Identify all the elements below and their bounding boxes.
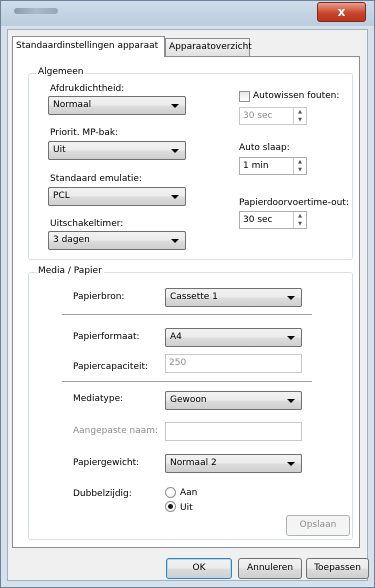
spin-up-icon: ▲: [298, 109, 302, 115]
priorit-mp-bak-label: Priorit. MP-bak:: [50, 128, 119, 138]
mediatype-label: Mediatype:: [73, 394, 124, 404]
spin-up-icon: ▲: [298, 159, 302, 165]
chevron-down-icon: [171, 104, 179, 108]
papierformaat-select[interactable]: A4: [165, 328, 302, 347]
select-value: Normaal 2: [170, 458, 217, 468]
uitschakeltimer-label: Uitschakeltimer:: [50, 219, 124, 229]
autowissen-fouten-checkbox[interactable]: [239, 91, 250, 102]
select-value: Gewoon: [170, 395, 207, 405]
separator: [62, 381, 312, 382]
separator: [62, 314, 312, 315]
spinner-buttons[interactable]: ▲ ▼: [293, 108, 306, 124]
tab-apparaatoverzicht[interactable]: Apparaatoverzicht: [165, 38, 252, 56]
opslaan-button[interactable]: Opslaan: [286, 515, 350, 536]
select-value: Uit: [53, 145, 66, 155]
papiergewicht-label: Papiergewicht:: [73, 458, 140, 468]
group-title-algemeen: Algemeen: [36, 67, 86, 77]
autowissen-fouten-spinner[interactable]: 30 sec ▲ ▼: [239, 107, 307, 125]
chevron-down-icon: [171, 195, 179, 199]
chevron-down-icon: [287, 399, 295, 403]
select-value: 3 dagen: [53, 235, 90, 245]
auto-slaap-spinner[interactable]: 1 min ▲ ▼: [239, 157, 307, 175]
dubbelzijdig-uit-radio[interactable]: [165, 501, 176, 512]
standaard-emulatie-label: Standaard emulatie:: [50, 174, 142, 184]
field-value: 250: [169, 358, 187, 368]
papierdoorvoertime-out-label: Papierdoorvoertime-out:: [239, 198, 349, 208]
ok-button[interactable]: OK: [166, 558, 232, 579]
papierbron-select[interactable]: Cassette 1: [165, 288, 302, 307]
chevron-down-icon: [287, 336, 295, 340]
afdrukdichtheid-label: Afdrukdichtheid:: [50, 84, 125, 94]
chevron-down-icon: [171, 239, 179, 243]
spin-down-icon: ▼: [298, 221, 302, 227]
chevron-down-icon: [287, 462, 295, 466]
dubbelzijdig-aan-label: Aan: [180, 488, 198, 498]
standaard-emulatie-select[interactable]: PCL: [48, 187, 186, 206]
auto-slaap-label: Auto slaap:: [239, 143, 290, 153]
aangepaste-naam-field[interactable]: [165, 422, 302, 441]
toepassen-button[interactable]: Toepassen: [306, 558, 369, 579]
dubbelzijdig-uit-label: Uit: [180, 503, 193, 513]
chevron-down-icon: [171, 149, 179, 153]
spin-down-icon: ▼: [298, 117, 302, 123]
chevron-down-icon: [287, 296, 295, 300]
afdrukdichtheid-select[interactable]: Normaal: [48, 96, 186, 115]
tab-standaardinstellingen-apparaat[interactable]: Standaardinstellingen apparaat: [12, 36, 165, 57]
spin-down-icon: ▼: [298, 167, 302, 173]
dubbelzijdig-aan-radio[interactable]: [165, 487, 176, 498]
window-title-blurred: [14, 8, 58, 14]
papierbron-label: Papierbron:: [73, 292, 125, 302]
tab-label: Apparaatoverzicht: [169, 42, 252, 52]
priorit-mp-bak-select[interactable]: Uit: [48, 141, 186, 160]
select-value: Normaal: [53, 100, 92, 110]
papierformaat-label: Papierformaat:: [73, 332, 140, 342]
spinner-buttons[interactable]: ▲ ▼: [293, 212, 306, 228]
spin-up-icon: ▲: [298, 213, 302, 219]
papiercapaciteit-field[interactable]: 250: [165, 354, 302, 373]
close-icon: x: [337, 5, 346, 19]
group-title-media-papier: Media / Papier: [36, 266, 104, 276]
aangepaste-naam-label: Aangepaste naam:: [73, 426, 159, 436]
dubbelzijdig-label: Dubbelzijdig:: [73, 489, 132, 499]
tab-label: Standaardinstellingen apparaat: [16, 41, 159, 51]
mediatype-select[interactable]: Gewoon: [165, 391, 302, 410]
papiercapaciteit-label: Papiercapaciteit:: [73, 362, 149, 372]
spinner-buttons[interactable]: ▲ ▼: [293, 158, 306, 174]
annuleren-button[interactable]: Annuleren: [238, 558, 302, 579]
close-button[interactable]: x: [317, 2, 366, 22]
select-value: Cassette 1: [170, 292, 218, 302]
papierdoorvoertime-out-spinner[interactable]: 30 sec ▲ ▼: [239, 211, 307, 229]
autowissen-fouten-label: Autowissen fouten:: [253, 91, 340, 101]
spinner-value: 1 min: [243, 161, 269, 171]
spinner-value: 30 sec: [243, 111, 273, 121]
select-value: PCL: [53, 191, 70, 201]
select-value: A4: [170, 332, 182, 342]
spinner-value: 30 sec: [243, 215, 273, 225]
uitschakeltimer-select[interactable]: 3 dagen: [48, 231, 186, 250]
papiergewicht-select[interactable]: Normaal 2: [165, 454, 302, 473]
